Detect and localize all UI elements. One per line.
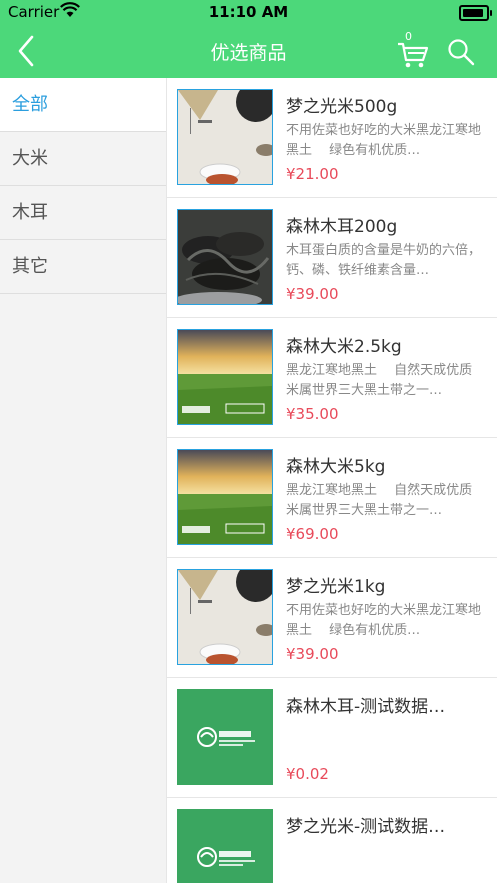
product-name: 森林木耳200g xyxy=(286,217,398,237)
product-price: ¥39.00 xyxy=(286,645,339,663)
product-description: 木耳蛋白质的含量是牛奶的六倍， 钙、磷、铁纤维素含量… xyxy=(286,243,482,278)
category-fungus[interactable]: 木耳 xyxy=(0,186,166,240)
product-name: 森林大米2.5kg xyxy=(286,337,402,357)
product-description: 黑龙江寒地黑土 自然天成优质米属世界三大黑土带之一… xyxy=(286,363,473,398)
product-image-rice-bowl xyxy=(177,89,273,185)
product-image-rice-field xyxy=(177,329,273,425)
product-image-fungus xyxy=(177,209,273,305)
product-list: 梦之光米500g 不用佐菜也好吃的大米黑龙江寒地黑土 绿色有机优质… ¥21.0… xyxy=(167,78,497,883)
status-time: 11:10 AM xyxy=(208,3,289,21)
product-image-rice-field xyxy=(177,449,273,545)
nav-bar: 优选商品 0 xyxy=(0,24,497,78)
product-image-brand-logo xyxy=(177,809,273,883)
product-item[interactable]: 森林木耳-测试数据… ¥0.02 xyxy=(167,678,497,798)
product-description xyxy=(286,841,484,881)
product-image-brand-logo xyxy=(177,689,273,785)
product-price: ¥0.02 xyxy=(286,765,329,783)
product-price: ¥69.00 xyxy=(286,525,339,543)
product-description xyxy=(286,721,484,761)
product-item[interactable]: 森林大米2.5kg 黑龙江寒地黑土 自然天成优质米属世界三大黑土带之一… ¥35… xyxy=(167,318,497,438)
product-item[interactable]: 梦之光米-测试数据… xyxy=(167,798,497,883)
product-price: ¥35.00 xyxy=(286,405,339,423)
product-image-rice-bowl xyxy=(177,569,273,665)
product-name: 梦之光米500g xyxy=(286,97,398,117)
category-rice[interactable]: 大米 xyxy=(0,132,166,186)
category-all[interactable]: 全部 xyxy=(0,78,166,132)
product-name: 森林木耳-测试数据… xyxy=(286,697,446,717)
product-item[interactable]: 梦之光米500g 不用佐菜也好吃的大米黑龙江寒地黑土 绿色有机优质… ¥21.0… xyxy=(167,78,497,198)
category-other[interactable]: 其它 xyxy=(0,240,166,294)
product-price: ¥39.00 xyxy=(286,285,339,303)
shopping-cart-icon[interactable] xyxy=(396,36,430,70)
product-price: ¥21.00 xyxy=(286,165,339,183)
product-item[interactable]: 森林木耳200g 木耳蛋白质的含量是牛奶的六倍， 钙、磷、铁纤维素含量… ¥39… xyxy=(167,198,497,318)
product-description: 黑龙江寒地黑土 自然天成优质米属世界三大黑土带之一… xyxy=(286,483,473,518)
category-sidebar: 全部 大米 木耳 其它 xyxy=(0,78,167,883)
product-description: 不用佐菜也好吃的大米黑龙江寒地黑土 绿色有机优质… xyxy=(286,603,482,638)
status-bar: Carrier 11:10 AM xyxy=(0,0,497,24)
product-name: 梦之光米-测试数据… xyxy=(286,817,446,837)
search-icon[interactable] xyxy=(446,37,476,67)
product-name: 森林大米5kg xyxy=(286,457,386,477)
product-item[interactable]: 森林大米5kg 黑龙江寒地黑土 自然天成优质米属世界三大黑土带之一… ¥69.0… xyxy=(167,438,497,558)
product-description: 不用佐菜也好吃的大米黑龙江寒地黑土 绿色有机优质… xyxy=(286,123,482,158)
battery-icon xyxy=(459,5,492,21)
product-name: 梦之光米1kg xyxy=(286,577,386,597)
product-item[interactable]: 梦之光米1kg 不用佐菜也好吃的大米黑龙江寒地黑土 绿色有机优质… ¥39.00 xyxy=(167,558,497,678)
